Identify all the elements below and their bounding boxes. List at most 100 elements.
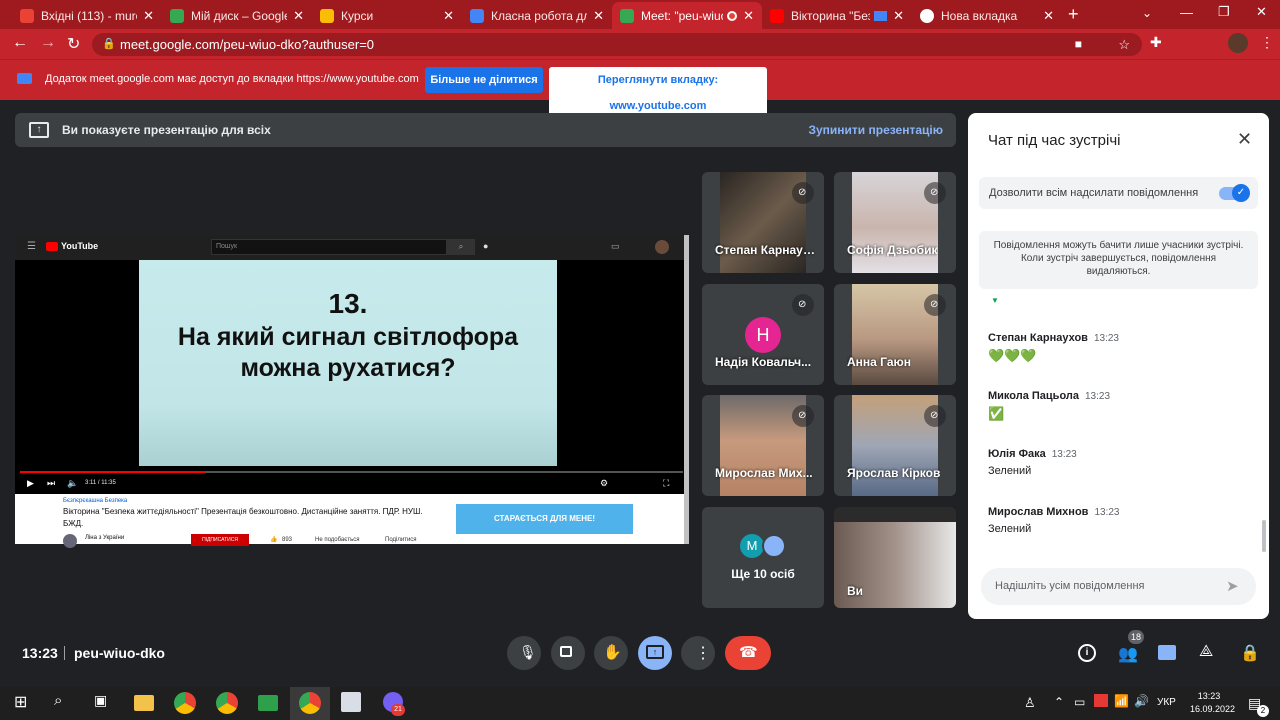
- more-options-button[interactable]: ⋮: [681, 636, 715, 670]
- close-window-icon[interactable]: ✕: [1256, 4, 1267, 20]
- bookmark-icon[interactable]: ☆: [1118, 33, 1130, 56]
- present-button[interactable]: ↑: [638, 636, 672, 670]
- close-tab-icon[interactable]: ✕: [893, 8, 904, 24]
- view-tab-button[interactable]: Переглянути вкладку: www.youtube.com: [549, 67, 767, 119]
- tab-classwork[interactable]: Класна робота для к✕: [462, 2, 612, 29]
- app-icon[interactable]: [258, 695, 278, 711]
- participant-tile[interactable]: ⊘ Ярослав Кірков: [834, 395, 956, 496]
- app-icon[interactable]: [341, 692, 361, 712]
- forward-icon[interactable]: →: [40, 34, 56, 52]
- tab-classroom[interactable]: Курси ✕: [312, 2, 462, 29]
- volume-icon[interactable]: 🔊: [1134, 694, 1149, 708]
- maximize-icon[interactable]: ❐: [1218, 4, 1230, 20]
- info-icon[interactable]: i: [1078, 644, 1096, 662]
- address-bar[interactable]: 🔒 meet.google.com/peu-wiuo-dko?authuser=…: [92, 33, 1142, 56]
- chat-input[interactable]: Надішліть усім повідомлення ➤: [981, 568, 1256, 605]
- close-tab-icon[interactable]: ✕: [143, 8, 154, 24]
- profile-avatar[interactable]: [1228, 33, 1248, 53]
- stop-presenting-button[interactable]: Зупинити презентацію: [808, 123, 943, 137]
- language-indicator[interactable]: УКР: [1157, 697, 1176, 708]
- close-tab-icon[interactable]: ✕: [743, 8, 754, 24]
- file-explorer-icon[interactable]: [134, 695, 154, 711]
- allow-messages-row: Дозволити всім надсилати повідомлення ✓: [979, 177, 1258, 209]
- close-tab-icon[interactable]: ✕: [293, 8, 304, 24]
- classroom-icon: [320, 8, 334, 23]
- chrome-icon[interactable]: [216, 692, 238, 714]
- fullscreen-icon: ⛶: [663, 478, 670, 488]
- chevron-down-icon[interactable]: ▼: [991, 296, 999, 305]
- raise-hand-button[interactable]: ✋: [594, 636, 628, 670]
- mic-icon: 🎙: [519, 644, 537, 660]
- windows-start-icon[interactable]: ⊞: [14, 692, 40, 716]
- participant-tile[interactable]: ⊘ Анна Гаюн: [834, 284, 956, 385]
- chevron-up-icon[interactable]: ⌃: [1054, 695, 1064, 709]
- mic-off-icon: ⊘: [924, 294, 946, 316]
- mic-button[interactable]: 🎙: [507, 636, 541, 670]
- subscribe-button: ПІДПИСАТИСЯ: [191, 534, 249, 546]
- shared-screen: ☰ YouTube Пошук ⌕ ● ▭ 13. На який сигнал…: [15, 235, 689, 548]
- like-icon: 👍: [270, 537, 278, 543]
- tab-search-icon[interactable]: ⌄: [1142, 6, 1152, 20]
- close-icon[interactable]: ✕: [1237, 129, 1252, 150]
- antivirus-icon[interactable]: [1094, 694, 1108, 707]
- notification-badge: 21: [391, 704, 405, 716]
- stop-sharing-button[interactable]: Більше не ділитися: [425, 67, 543, 93]
- tab-youtube[interactable]: Вікторина "Безпе✕: [762, 2, 912, 29]
- meeting-time: 13:23: [22, 645, 58, 661]
- self-tile[interactable]: Ви: [834, 507, 956, 608]
- avatar: [762, 534, 786, 558]
- video-title: Вікторина "Безпека життєдіяльності" През…: [63, 507, 423, 528]
- video-time: 3:11 / 11:35: [85, 480, 116, 486]
- tab-new[interactable]: Нова вкладка ✕: [912, 2, 1062, 29]
- wifi-icon[interactable]: 📶: [1114, 694, 1129, 708]
- menu-icon[interactable]: ⋮: [1260, 34, 1274, 51]
- lock-icon: 🔒: [102, 38, 116, 50]
- chat-scrollbar[interactable]: [1262, 520, 1266, 552]
- tab-gmail[interactable]: Вхідні (113) - murosla✕: [12, 2, 162, 29]
- volume-icon: 🔈: [67, 478, 79, 488]
- extensions-icon[interactable]: ✚: [1150, 34, 1162, 51]
- participant-tile[interactable]: ⊘ Мирослав Мих...: [702, 395, 824, 496]
- more-label: Ще 10 осіб: [731, 567, 795, 581]
- camera-button[interactable]: [551, 636, 585, 670]
- camera-icon[interactable]: ■: [1075, 33, 1082, 56]
- allow-toggle[interactable]: ✓: [1219, 184, 1250, 202]
- channel-avatar: [63, 534, 77, 548]
- progress-fill: [20, 471, 206, 473]
- search-icon[interactable]: ⌕: [54, 692, 80, 716]
- scrollbar[interactable]: [684, 235, 689, 544]
- close-tab-icon[interactable]: ✕: [443, 8, 454, 24]
- close-tab-icon[interactable]: ✕: [1043, 8, 1054, 24]
- send-icon[interactable]: ➤: [1226, 577, 1239, 595]
- new-tab-icon[interactable]: +: [1068, 4, 1079, 25]
- divider: [64, 646, 65, 660]
- chrome-icon[interactable]: [174, 692, 196, 714]
- settings-icon: ⚙: [600, 478, 609, 488]
- present-icon: ↑: [29, 122, 49, 138]
- chat-icon[interactable]: [1158, 645, 1176, 660]
- close-tab-icon[interactable]: ✕: [593, 8, 604, 24]
- chrome-icon[interactable]: [299, 692, 321, 714]
- back-icon[interactable]: ←: [12, 34, 28, 52]
- minimize-icon[interactable]: —: [1180, 5, 1193, 20]
- tab-drive[interactable]: Мій диск – Google Ди✕: [162, 2, 312, 29]
- people-icon[interactable]: 👥: [1118, 644, 1138, 664]
- tab-meet[interactable]: Meet: "peu-wiuo- ✕: [612, 2, 762, 29]
- task-view-icon[interactable]: ▣: [94, 692, 120, 716]
- participant-tile[interactable]: Н ⊘ Надія Ковальч...: [702, 284, 824, 385]
- reload-icon[interactable]: ↻: [67, 34, 80, 54]
- host-controls-icon[interactable]: 🔒: [1240, 643, 1260, 663]
- next-icon: ⏭: [47, 478, 56, 488]
- more-participants-tile[interactable]: М Ще 10 осіб: [702, 507, 824, 608]
- hang-up-icon: ☎: [739, 644, 758, 661]
- battery-icon[interactable]: ▭: [1074, 695, 1085, 709]
- youtube-logo-icon: [46, 242, 58, 251]
- participant-tile[interactable]: ⊘ Софія Дзьобик: [834, 172, 956, 273]
- activities-icon[interactable]: ⟁: [1199, 643, 1213, 661]
- message-sender: Степан Карнаухов 13:23: [988, 332, 1119, 344]
- leave-call-button[interactable]: ☎: [725, 636, 771, 670]
- clock[interactable]: 13:23 16.09.2022: [1190, 690, 1235, 716]
- more-vert-icon: ⋮: [695, 645, 711, 662]
- participant-tile[interactable]: ⊘ Степан Карнаух...: [702, 172, 824, 273]
- people-icon[interactable]: ♙: [1024, 695, 1036, 711]
